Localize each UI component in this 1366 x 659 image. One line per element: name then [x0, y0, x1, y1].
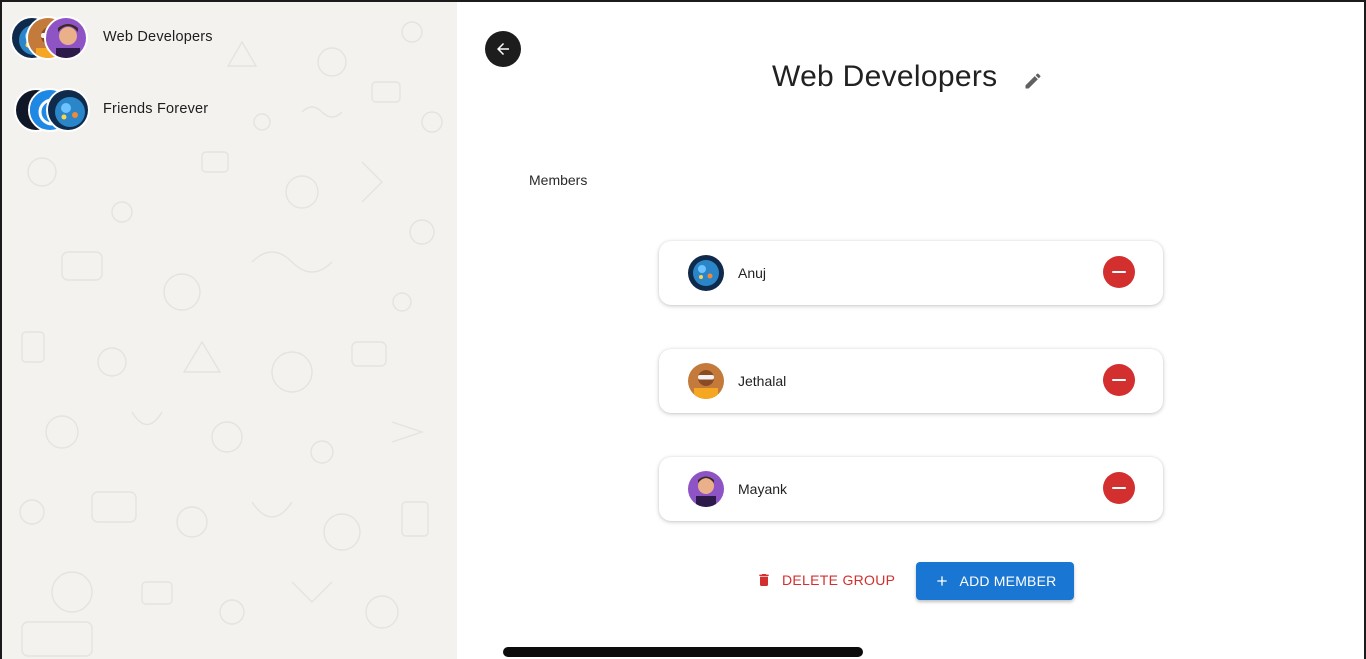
avatar-mayank [44, 16, 88, 60]
group-label: Web Developers [103, 29, 213, 45]
member-card: Mayank [659, 457, 1163, 521]
member-name: Anuj [738, 265, 767, 281]
title-row: Web Developers [457, 58, 1364, 102]
remove-member-button[interactable] [1103, 472, 1135, 504]
avatar [688, 363, 724, 399]
delete-group-label: DELETE GROUP [782, 572, 896, 588]
minus-circle-icon [1112, 378, 1126, 382]
sidebar: Web Developers Friends Forever [2, 2, 457, 659]
group-avatar-stack [10, 16, 100, 62]
avatar-blue-orb [46, 88, 90, 132]
edit-title-button[interactable] [1019, 67, 1047, 95]
member-name: Mayank [738, 481, 788, 497]
trash-icon [759, 574, 769, 586]
member-name: Jethalal [738, 373, 787, 389]
member-card: Anuj [659, 241, 1163, 305]
add-member-label: ADD MEMBER [959, 573, 1057, 589]
group-avatar-stack [10, 88, 100, 134]
group-title: Web Developers [772, 60, 998, 93]
plus-icon [936, 576, 947, 586]
members-heading: Members [529, 172, 588, 188]
remove-member-button[interactable] [1103, 364, 1135, 396]
arrow-left-icon [497, 43, 509, 55]
add-member-button[interactable]: ADD MEMBER [916, 562, 1074, 600]
horizontal-scrollbar[interactable] [503, 647, 863, 657]
avatar [688, 255, 724, 291]
avatar [688, 471, 724, 507]
member-card: Jethalal [659, 349, 1163, 413]
group-item-friends-forever[interactable]: Friends Forever [2, 76, 457, 142]
minus-circle-icon [1112, 270, 1126, 274]
minus-circle-icon [1112, 486, 1126, 490]
delete-group-button[interactable]: DELETE GROUP [750, 562, 901, 598]
pencil-icon [1025, 73, 1041, 89]
remove-member-button[interactable] [1103, 256, 1135, 288]
group-details-panel: Web Developers Members Anuj Jethalal May… [457, 2, 1364, 659]
group-label: Friends Forever [103, 101, 209, 117]
group-item-web-developers[interactable]: Web Developers [2, 4, 457, 70]
